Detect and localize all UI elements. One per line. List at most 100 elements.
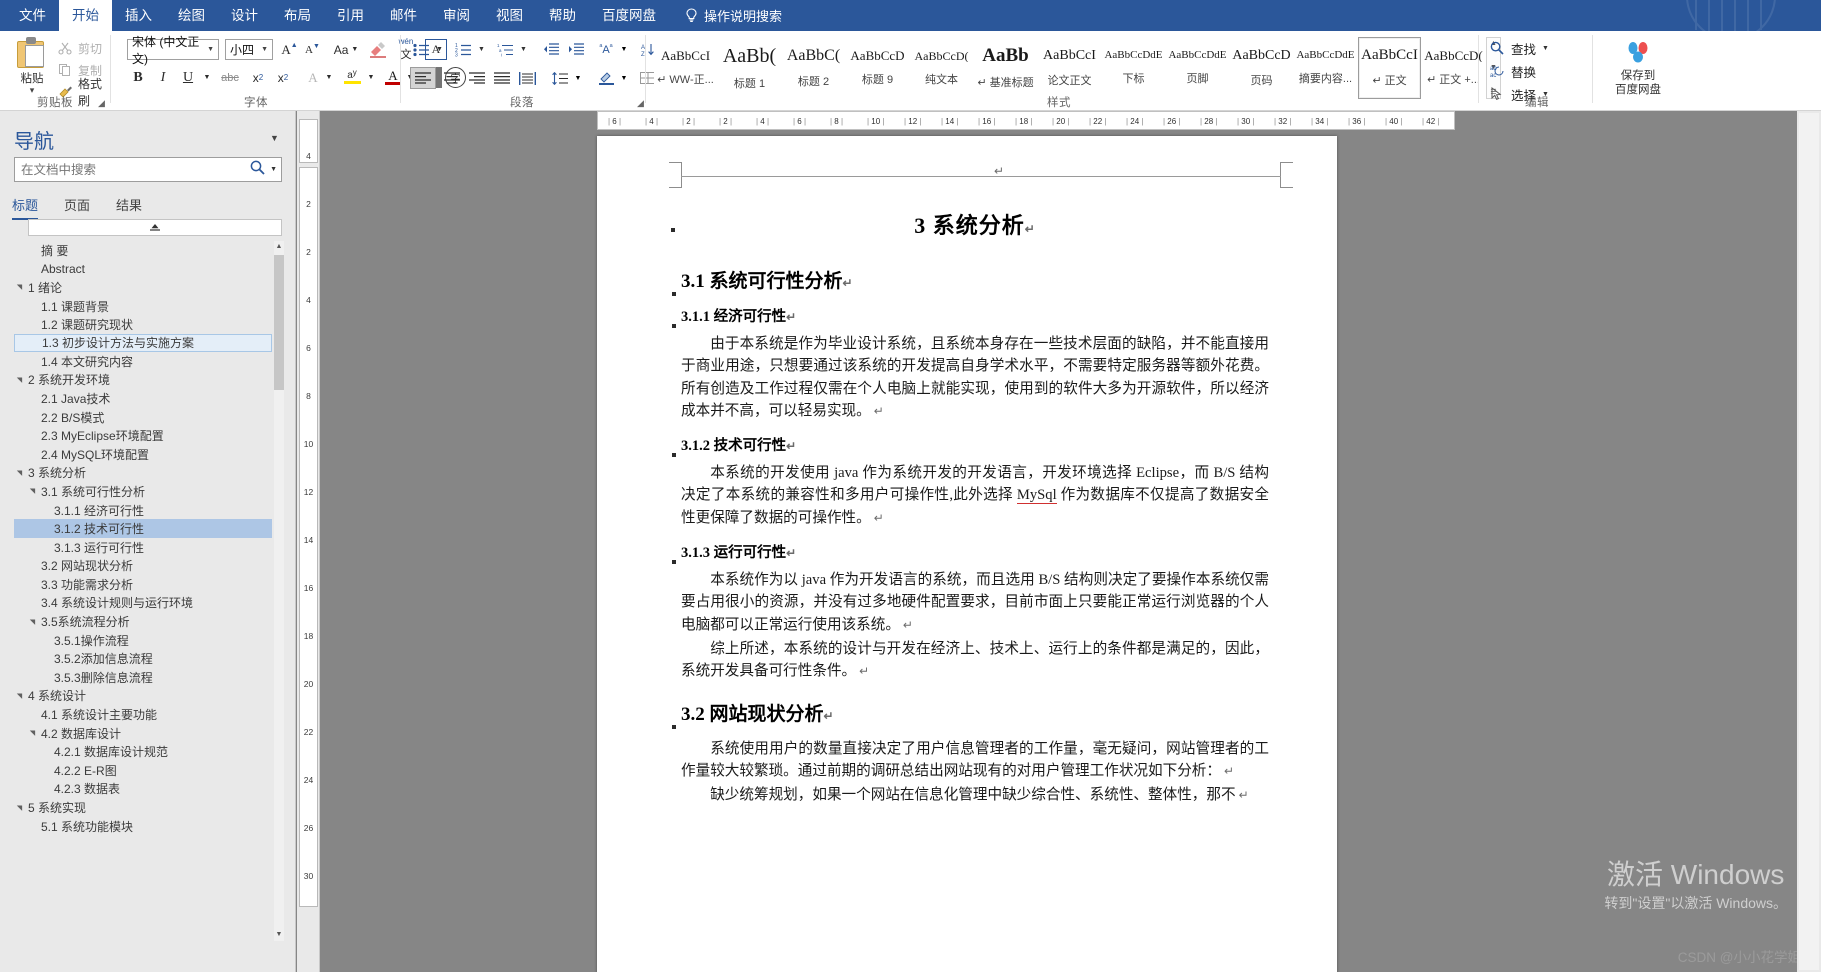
navigation-tab-2[interactable]: 结果 xyxy=(116,195,142,220)
navigation-heading-20[interactable]: ◥ 3.5系统流程分析 xyxy=(14,612,272,631)
navigation-heading-23[interactable]: 3.5.3删除信息流程 xyxy=(14,668,272,687)
save-to-baidu-button[interactable]: 保存到 百度网盘 xyxy=(1610,41,1666,97)
navigation-heading-list[interactable]: 摘 要 Abstract ◥ 1 绪论 1.1 课题背景 1.2 课题研究现状 1.3 初步… xyxy=(14,241,272,941)
text-effects-button[interactable]: A xyxy=(302,67,324,88)
navigation-scrollbar[interactable]: ▲ ▼ xyxy=(274,241,284,941)
chinese-layout-caret[interactable]: ▼ xyxy=(618,39,630,60)
justify-button[interactable] xyxy=(490,67,514,89)
bold-button[interactable]: B xyxy=(127,67,149,88)
shading-caret[interactable]: ▼ xyxy=(618,67,630,89)
expand-triangle-icon[interactable]: ◥ xyxy=(14,692,25,700)
navigation-heading-25[interactable]: 4.1 系统设计主要功能 xyxy=(14,705,272,724)
style-item-11[interactable]: AaBbCcI ↵ 正文 xyxy=(1358,37,1421,99)
ribbon-tabs[interactable]: 文件 开始 插入 绘图 设计 布局 引用 邮件 审阅 视图 帮助 百度网盘 xyxy=(0,0,669,31)
font-family-select[interactable]: 宋体 (中文正文) ▼ xyxy=(127,35,219,66)
navigation-heading-21[interactable]: 3.5.1操作流程 xyxy=(14,631,272,650)
style-item-8[interactable]: AaBbCcDdE 页脚 xyxy=(1166,37,1229,99)
ribbon-tab-3[interactable]: 绘图 xyxy=(165,0,218,31)
expand-triangle-icon[interactable]: ◥ xyxy=(14,283,25,291)
navigation-heading-28[interactable]: 4.2.2 E-R图 xyxy=(14,761,272,780)
superscript-button[interactable]: x2 xyxy=(272,67,294,88)
ribbon-tab-4[interactable]: 设计 xyxy=(218,0,271,31)
ribbon-tab-2[interactable]: 插入 xyxy=(112,0,165,31)
navigation-heading-0[interactable]: 摘 要 xyxy=(14,241,272,260)
multilevel-list-caret[interactable]: ▼ xyxy=(517,39,530,60)
navigation-heading-3[interactable]: 1.1 课题背景 xyxy=(14,297,272,316)
change-case-button[interactable]: Aa ▼ xyxy=(330,39,362,60)
distribute-button[interactable] xyxy=(515,67,539,89)
navigation-heading-9[interactable]: 2.2 B/S模式 xyxy=(14,408,272,427)
document-page[interactable]: ↵ 3 系统分析↵ 3.1 系统可行性分析↵ 3.1.1 经济可行性↵ 由于本系统是… xyxy=(597,136,1337,972)
navigation-heading-27[interactable]: 4.2.1 数据库设计规范 xyxy=(14,742,272,761)
navigation-scroll-thumb[interactable] xyxy=(274,255,284,390)
ribbon-tab-0[interactable]: 文件 xyxy=(6,0,59,31)
style-item-1[interactable]: AaBb(标题 1 xyxy=(718,37,781,99)
cut-button[interactable]: 剪切 xyxy=(58,37,110,59)
navigation-options-caret[interactable]: ▼ xyxy=(270,133,279,143)
bullet-list-button[interactable] xyxy=(410,39,432,60)
numbered-list-button[interactable]: 123 xyxy=(452,39,474,60)
navigation-search-box[interactable]: ▼ xyxy=(14,157,282,182)
navigation-heading-26[interactable]: ◥ 4.2 数据库设计 xyxy=(14,724,272,743)
navigation-tab-1[interactable]: 页面 xyxy=(64,195,90,220)
navigation-heading-6[interactable]: 1.4 本文研究内容 xyxy=(14,352,272,371)
ribbon-tab-7[interactable]: 邮件 xyxy=(377,0,430,31)
text-highlight-icon[interactable]: ay xyxy=(340,65,364,89)
scroll-up-arrow[interactable]: ▲ xyxy=(274,241,284,253)
style-item-10[interactable]: AaBbCcDdE 摘要内容... xyxy=(1294,37,1357,99)
scroll-down-arrow[interactable]: ▼ xyxy=(274,929,284,941)
expand-triangle-icon[interactable]: ◥ xyxy=(14,469,25,477)
decrease-indent-button[interactable] xyxy=(540,39,562,60)
highlight-caret[interactable]: ▼ xyxy=(365,67,377,88)
style-item-12[interactable]: AaBbCcD(↵ 正文 +... xyxy=(1422,37,1485,99)
underline-dropdown-caret[interactable]: ▼ xyxy=(200,67,214,88)
ribbon-tab-11[interactable]: 百度网盘 xyxy=(589,0,669,31)
ribbon-tab-9[interactable]: 视图 xyxy=(483,0,536,31)
expand-triangle-icon[interactable]: ◥ xyxy=(27,729,38,737)
style-item-4[interactable]: AaBbCcD(纯文本 xyxy=(910,37,973,99)
line-spacing-button[interactable] xyxy=(548,67,572,89)
navigation-heading-29[interactable]: 4.2.3 数据表 xyxy=(14,780,272,799)
navigation-heading-22[interactable]: 3.5.2添加信息流程 xyxy=(14,649,272,668)
expand-triangle-icon[interactable]: ◥ xyxy=(14,376,25,384)
subscript-button[interactable]: x2 xyxy=(247,67,269,88)
navigation-search-icon[interactable] xyxy=(245,160,270,180)
navigation-heading-19[interactable]: 3.4 系统设计规则与运行环境 xyxy=(14,594,272,613)
expand-triangle-icon[interactable]: ◥ xyxy=(27,487,38,495)
navigation-heading-11[interactable]: 2.4 MySQL环境配置 xyxy=(14,445,272,464)
style-item-2[interactable]: AaBbC(标题 2 xyxy=(782,37,845,99)
navigation-heading-4[interactable]: 1.2 课题研究现状 xyxy=(14,315,272,334)
horizontal-ruler[interactable]: | 6 | | 4 | | 2 | | 2 | | 4 | | 6 | | 8 | | 10 … xyxy=(597,111,1455,130)
style-item-7[interactable]: AaBbCcDdE 下标 xyxy=(1102,37,1165,99)
vertical-ruler[interactable]: 4 2 2 4 6 8 10 12 14 16 18 20 22 24 26 30 xyxy=(297,111,320,972)
ribbon-tab-1[interactable]: 开始 xyxy=(59,0,112,31)
bullet-list-caret[interactable]: ▼ xyxy=(433,39,446,60)
navigation-heading-14[interactable]: 3.1.1 经济可行性 xyxy=(14,501,272,520)
navigation-tabs[interactable]: 标题 页面 结果 xyxy=(12,195,142,220)
navigation-heading-5[interactable]: 1.3 初步设计方法与实施方案 xyxy=(14,333,272,352)
italic-button[interactable]: I xyxy=(152,67,174,88)
navigation-heading-13[interactable]: ◥ 3.1 系统可行性分析 xyxy=(14,482,272,501)
strikethrough-button[interactable]: abc xyxy=(218,67,242,88)
line-spacing-caret[interactable]: ▼ xyxy=(572,67,584,89)
navigation-heading-15[interactable]: 3.1.2 技术可行性 xyxy=(14,519,272,538)
ribbon-tab-6[interactable]: 引用 xyxy=(324,0,377,31)
navigation-heading-17[interactable]: 3.2 网站现状分析 xyxy=(14,557,272,576)
navigation-heading-2[interactable]: ◥ 1 绪论 xyxy=(14,278,272,297)
increase-indent-button[interactable] xyxy=(565,39,587,60)
chinese-layout-button[interactable]: ᵃAᵃ xyxy=(594,39,618,60)
style-item-5[interactable]: AaBb ↵ 基准标题 xyxy=(974,37,1037,99)
style-item-6[interactable]: AaBbCcI 论文正文 xyxy=(1038,37,1101,99)
multilevel-list-button[interactable]: 1ai xyxy=(494,39,516,60)
clear-formatting-icon[interactable] xyxy=(367,39,389,60)
navigation-collapse-bar[interactable] xyxy=(28,219,282,236)
replace-button[interactable]: ab ac 替换 xyxy=(1490,60,1549,83)
document-body[interactable]: 3 系统分析↵ 3.1 系统可行性分析↵ 3.1.1 经济可行性↵ 由于本系统是作为… xyxy=(671,194,1269,808)
navigation-heading-1[interactable]: Abstract xyxy=(14,260,272,279)
navigation-tab-0[interactable]: 标题 xyxy=(12,195,39,220)
text-effects-caret[interactable]: ▼ xyxy=(323,67,335,88)
tell-me-search[interactable]: 操作说明搜索 xyxy=(685,0,782,31)
align-left-button[interactable] xyxy=(410,67,436,89)
paste-button[interactable]: 粘贴 ▾ xyxy=(10,35,54,95)
navigation-heading-12[interactable]: ◥ 3 系统分析 xyxy=(14,464,272,483)
